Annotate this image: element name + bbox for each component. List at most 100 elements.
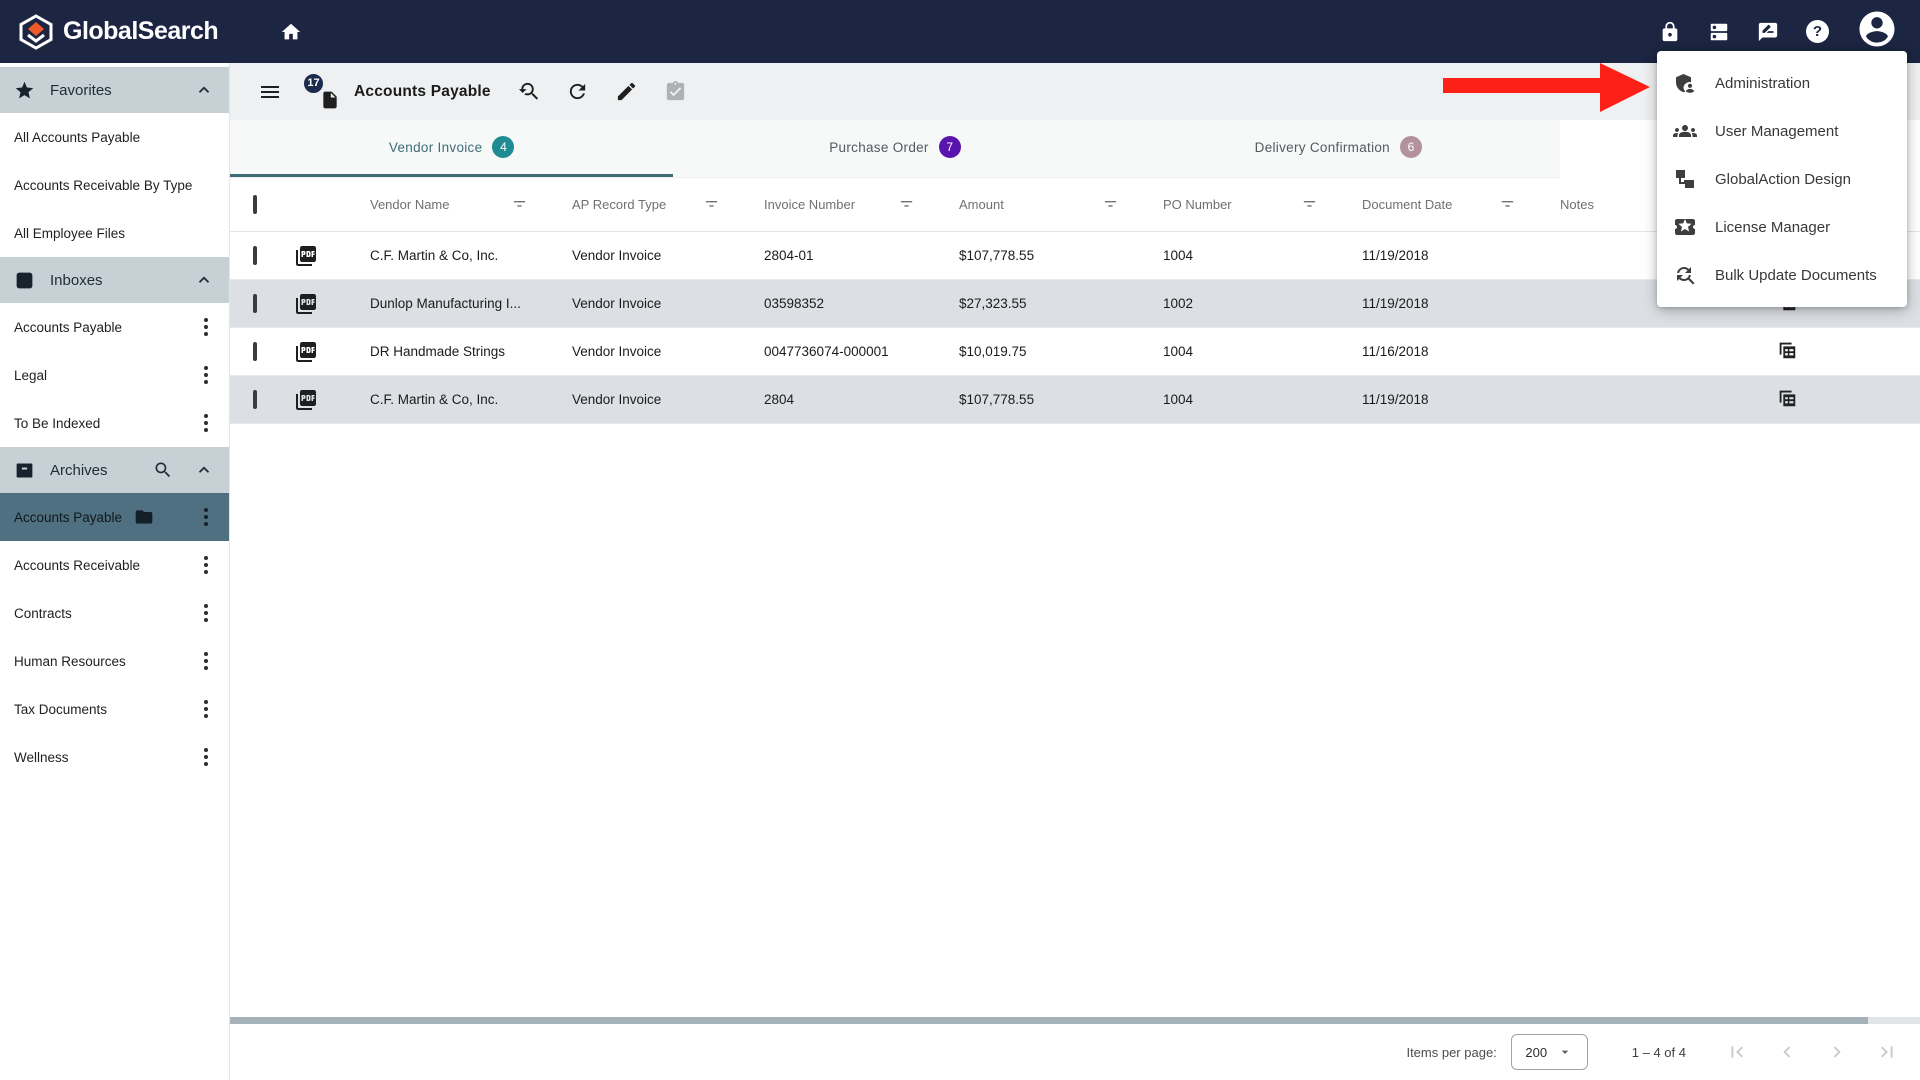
inbox-item-to-be-indexed[interactable]: To Be Indexed (0, 399, 229, 447)
tab-purchase-order[interactable]: Purchase Order 7 (673, 120, 1116, 177)
sidebar-item-all-employee-files[interactable]: All Employee Files (0, 209, 229, 257)
column-header-document-date: Document Date (1362, 197, 1452, 212)
inbox-item-legal[interactable]: Legal (0, 351, 229, 399)
last-page-button[interactable] (1876, 1041, 1898, 1063)
kebab-menu-icon[interactable] (204, 611, 208, 615)
kebab-menu-icon[interactable] (204, 325, 208, 329)
cell-document-date: 11/16/2018 (1362, 344, 1560, 359)
cell-record-type: Vendor Invoice (572, 248, 764, 263)
brand-logo[interactable]: GlobalSearch (18, 14, 218, 50)
pdf-icon[interactable] (294, 244, 318, 268)
filter-icon[interactable] (1499, 196, 1516, 213)
related-documents-icon[interactable] (1776, 387, 1798, 409)
chevron-up-icon[interactable] (195, 461, 213, 479)
edit-pencil-icon[interactable] (615, 80, 638, 103)
cell-amount: $107,778.55 (959, 392, 1163, 407)
related-documents-icon[interactable] (1776, 339, 1798, 361)
kebab-menu-icon[interactable] (204, 373, 208, 377)
table-row[interactable]: C.F. Martin & Co, Inc. Vendor Invoice 28… (230, 376, 1920, 424)
row-checkbox[interactable] (253, 294, 257, 313)
menu-item-bulk-update-documents[interactable]: Bulk Update Documents (1657, 251, 1907, 299)
user-avatar[interactable] (1856, 8, 1898, 55)
select-all-checkbox[interactable] (253, 195, 257, 214)
archive-item-accounts-payable[interactable]: Accounts Payable (0, 493, 229, 541)
queue-count-button[interactable]: 17 (304, 74, 340, 110)
hamburger-menu-icon[interactable] (258, 80, 282, 104)
archive-icon (14, 460, 35, 481)
kebab-menu-icon[interactable] (204, 659, 208, 663)
chevron-up-icon[interactable] (195, 271, 213, 289)
archive-item-contracts[interactable]: Contracts (0, 589, 229, 637)
filter-icon[interactable] (1301, 196, 1318, 213)
scrollbar-thumb[interactable] (230, 1017, 1868, 1024)
schema-icon (1673, 167, 1697, 191)
kebab-menu-icon[interactable] (204, 515, 208, 519)
item-label: Accounts Payable (14, 320, 122, 335)
kebab-menu-icon[interactable] (204, 707, 208, 711)
cell-document-date: 11/19/2018 (1362, 296, 1560, 311)
sidebar-section-inboxes[interactable]: Inboxes (0, 257, 229, 303)
filter-icon[interactable] (1102, 196, 1119, 213)
filter-icon[interactable] (511, 196, 528, 213)
column-header-invoice-number: Invoice Number (764, 197, 855, 212)
search-icon[interactable] (153, 460, 173, 480)
row-checkbox[interactable] (253, 246, 257, 265)
cell-amount: $27,323.55 (959, 296, 1163, 311)
kebab-menu-icon[interactable] (204, 755, 208, 759)
sidebar: Favorites All Accounts Payable Accounts … (0, 63, 230, 1080)
sidebar-section-favorites[interactable]: Favorites (0, 67, 229, 113)
license-ticket-icon (1673, 215, 1697, 239)
filter-icon[interactable] (898, 196, 915, 213)
page-size-select[interactable]: 200 (1511, 1034, 1588, 1070)
menu-item-administration[interactable]: Administration (1657, 59, 1907, 107)
tab-label: Vendor Invoice (389, 140, 483, 155)
help-icon[interactable]: ? (1806, 20, 1829, 43)
row-checkbox[interactable] (253, 342, 257, 361)
menu-item-globalaction-design[interactable]: GlobalAction Design (1657, 155, 1907, 203)
menu-item-license-manager[interactable]: License Manager (1657, 203, 1907, 251)
previous-page-button[interactable] (1776, 1041, 1798, 1063)
sidebar-item-accounts-receivable-by-type[interactable]: Accounts Receivable By Type (0, 161, 229, 209)
lock-icon[interactable] (1659, 21, 1681, 43)
kebab-menu-icon[interactable] (204, 421, 208, 425)
pdf-icon[interactable] (294, 292, 318, 316)
archive-item-accounts-receivable[interactable]: Accounts Receivable (0, 541, 229, 589)
inbox-item-accounts-payable[interactable]: Accounts Payable (0, 303, 229, 351)
refresh-icon[interactable] (566, 80, 589, 103)
row-checkbox[interactable] (253, 390, 257, 409)
cell-document-date: 11/19/2018 (1362, 392, 1560, 407)
document-icon (320, 90, 340, 110)
item-label: All Accounts Payable (14, 130, 140, 145)
pdf-icon[interactable] (294, 388, 318, 412)
chevron-up-icon[interactable] (195, 81, 213, 99)
menu-item-user-management[interactable]: User Management (1657, 107, 1907, 155)
kebab-menu-icon[interactable] (204, 563, 208, 567)
tab-count-badge: 6 (1400, 136, 1422, 158)
archive-item-wellness[interactable]: Wellness (0, 733, 229, 781)
tab-delivery-confirmation[interactable]: Delivery Confirmation 6 (1117, 120, 1560, 177)
refresh-search-icon[interactable] (517, 80, 540, 103)
next-page-button[interactable] (1826, 1041, 1848, 1063)
sidebar-section-archives[interactable]: Archives (0, 447, 229, 493)
tab-vendor-invoice[interactable]: Vendor Invoice 4 (230, 120, 673, 177)
admin-shield-icon (1673, 71, 1697, 95)
feedback-icon[interactable] (1757, 21, 1779, 43)
admin-dropdown-menu: Administration User Management GlobalAct… (1657, 51, 1907, 307)
sidebar-item-all-accounts-payable[interactable]: All Accounts Payable (0, 113, 229, 161)
pdf-icon[interactable] (294, 340, 318, 364)
page-range-label: 1 – 4 of 4 (1632, 1045, 1686, 1060)
archive-item-human-resources[interactable]: Human Resources (0, 637, 229, 685)
home-button[interactable] (280, 21, 302, 43)
archive-item-tax-documents[interactable]: Tax Documents (0, 685, 229, 733)
item-label: To Be Indexed (14, 416, 100, 431)
queues-dns-icon[interactable] (1708, 21, 1730, 43)
first-page-button[interactable] (1726, 1041, 1748, 1063)
horizontal-scrollbar (230, 1017, 1920, 1024)
table-row[interactable]: DR Handmade Strings Vendor Invoice 00477… (230, 328, 1920, 376)
menu-item-label: License Manager (1715, 219, 1830, 236)
cell-record-type: Vendor Invoice (572, 296, 764, 311)
menu-item-label: User Management (1715, 123, 1838, 140)
filter-icon[interactable] (703, 196, 720, 213)
item-label: Accounts Receivable (14, 558, 140, 573)
clipboard-check-icon[interactable] (664, 80, 687, 103)
